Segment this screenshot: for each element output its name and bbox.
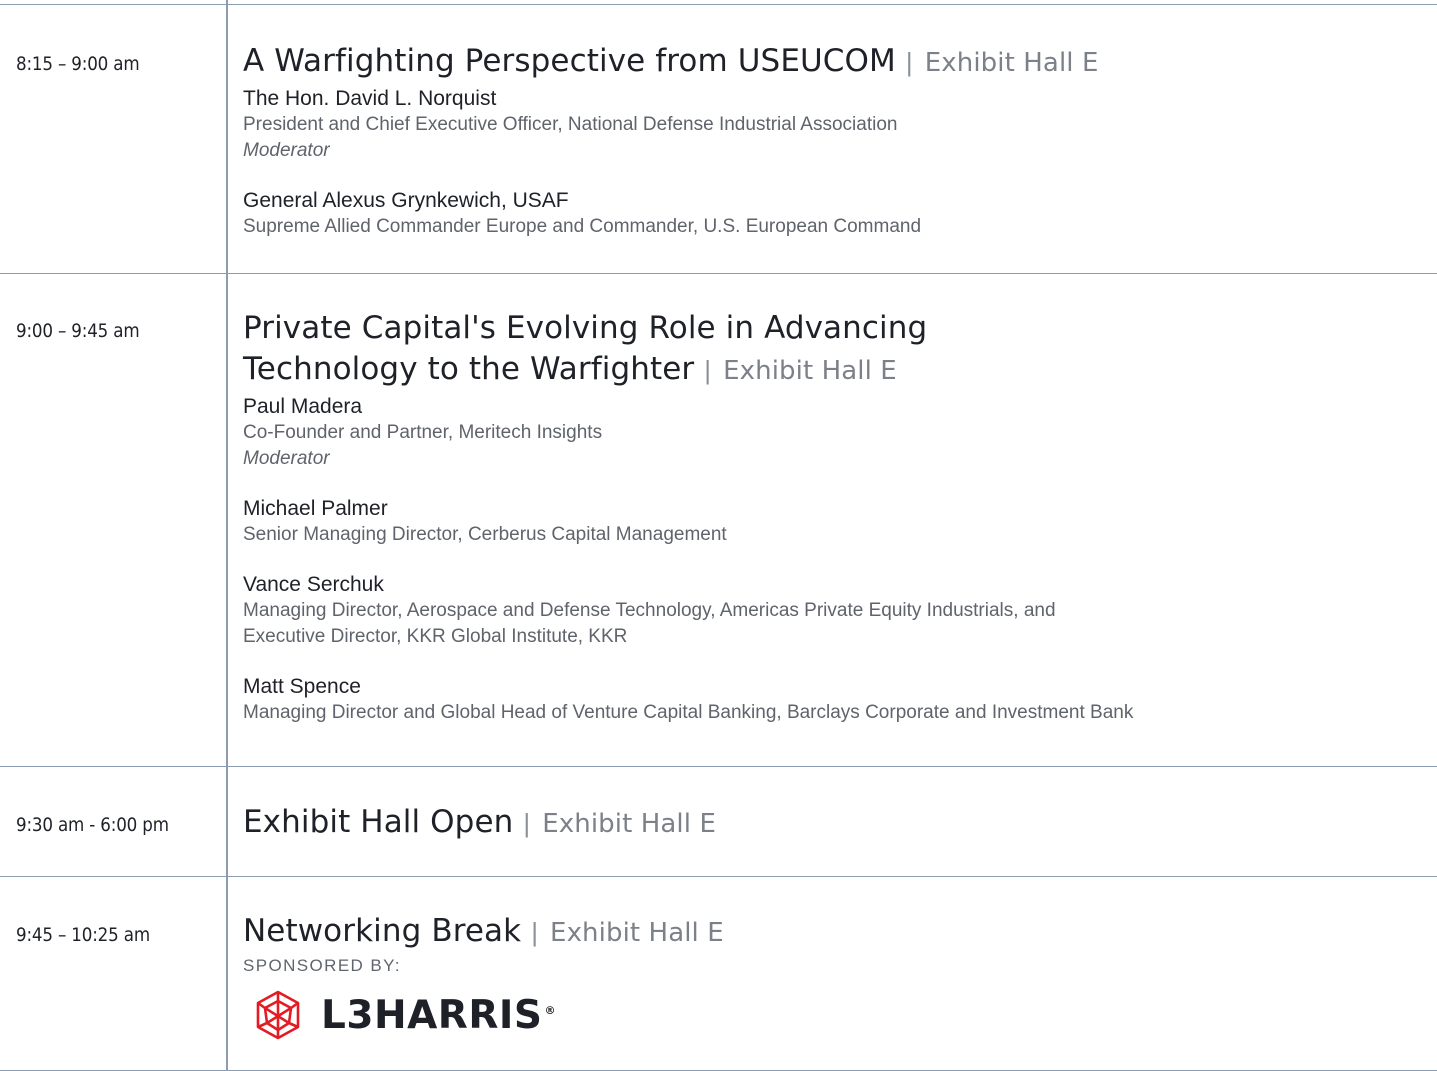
speaker-name: Paul Madera (243, 395, 363, 418)
session-content: Exhibit Hall Open | Exhibit Hall E (243, 802, 1417, 845)
speaker-name: Michael Palmer (243, 497, 388, 520)
sponsor-logo: L3HARRIS ® (253, 990, 1417, 1040)
session-content: Private Capital's Evolving Role in Advan… (243, 308, 1417, 726)
speaker: General Alexus Grynkewich, USAF Supreme … (243, 188, 1417, 240)
session-time: 9:30 am - 6:00 pm (16, 814, 169, 836)
session-time: 9:00 – 9:45 am (16, 320, 140, 342)
session-row: 9:45 – 10:25 am Networking Break | Exhibit… (0, 878, 1437, 1071)
session-title: A Warfighting Perspective from USEUCOM | E… (243, 41, 1417, 84)
speaker-role: Managing Director, Aerospace and Defense… (243, 600, 1056, 621)
session-content: Networking Break | Exhibit Hall E SPONSORE… (243, 911, 1417, 1040)
speaker-name: General Alexus Grynkewich, USAF (243, 189, 569, 212)
session-row: 8:15 – 9:00 am A Warfighting Perspective… (0, 4, 1437, 274)
session-location: Exhibit Hall E (924, 48, 1099, 78)
speaker: The Hon. David L. Norquist President and… (243, 86, 1417, 164)
title-separator: | (523, 808, 531, 838)
sponsor-logo-text: L3HARRIS (321, 992, 543, 1038)
speaker-name: Matt Spence (243, 675, 361, 698)
session-location: Exhibit Hall E (550, 918, 724, 948)
session-location: Exhibit Hall E (542, 809, 716, 839)
speaker: Paul Madera Co-Founder and Partner, Meri… (243, 394, 1417, 472)
agenda-table: 8:15 – 9:00 am A Warfighting Perspective… (0, 0, 1437, 1071)
speaker: Vance Serchuk Managing Director, Aerospa… (243, 572, 1417, 650)
session-title: Networking Break | Exhibit Hall E (243, 911, 1417, 954)
session-title-text: Exhibit Hall Open (243, 804, 514, 840)
speaker-role: Managing Director and Global Head of Ven… (243, 702, 1134, 723)
speaker-role: Co-Founder and Partner, Meritech Insight… (243, 422, 603, 443)
session-title-line: Private Capital's Evolving Role in Advan… (243, 310, 928, 346)
sponsor-logo-wordmark: L3HARRIS ® (321, 993, 556, 1038)
session-row: 9:30 am - 6:00 pm Exhibit Hall Open | Exhi… (0, 768, 1437, 877)
session-content: A Warfighting Perspective from USEUCOM | E… (243, 41, 1417, 240)
speaker: Matt Spence Managing Director and Global… (243, 674, 1417, 726)
session-title-text: Networking Break (243, 913, 522, 949)
speaker: Michael Palmer Senior Managing Director,… (243, 496, 1417, 548)
registered-mark: ® (544, 1003, 556, 1017)
speaker-role: Senior Managing Director, Cerberus Capit… (243, 524, 727, 545)
session-location: Exhibit Hall E (723, 356, 897, 386)
session-title-text: A Warfighting Perspective from USEUCOM (243, 43, 896, 79)
speaker-role: Executive Director, KKR Global Institute… (243, 626, 628, 647)
session-time: 8:15 – 9:00 am (16, 53, 140, 75)
speaker-note: Moderator (243, 448, 330, 469)
session-title: Private Capital's Evolving Role in Advan… (243, 308, 1417, 392)
speaker-role: President and Chief Executive Officer, N… (243, 114, 898, 135)
speaker-role: Supreme Allied Commander Europe and Comm… (243, 216, 922, 237)
sponsored-by-label: SPONSORED BY: (243, 956, 402, 975)
session-time: 9:45 – 10:25 am (16, 924, 150, 946)
title-separator: | (704, 355, 712, 385)
speaker-name: Vance Serchuk (243, 573, 384, 596)
speaker-name: The Hon. David L. Norquist (243, 87, 497, 110)
session-row: 9:00 – 9:45 am Private Capital's Evolvin… (0, 274, 1437, 767)
session-title-line: Technology to the Warfighter (243, 351, 695, 387)
session-title: Exhibit Hall Open | Exhibit Hall E (243, 802, 1417, 845)
speaker-note: Moderator (243, 140, 330, 161)
l3harris-globe-icon (256, 990, 300, 1040)
title-separator: | (531, 917, 539, 947)
title-separator: | (905, 47, 913, 77)
